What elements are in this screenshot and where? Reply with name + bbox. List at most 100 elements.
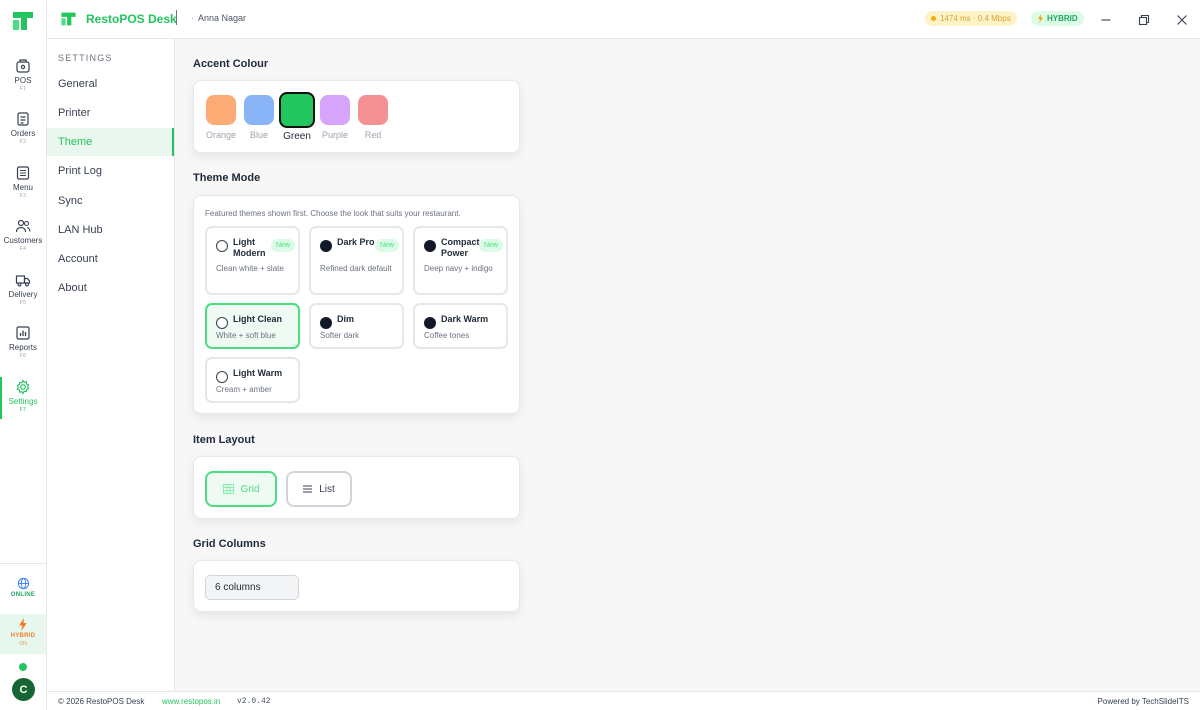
theme-option-dark-warm[interactable]: Dark Warm Coffee tones: [413, 303, 508, 349]
swatch-label: Orange: [205, 130, 237, 140]
rail-label: POS: [14, 76, 32, 85]
layout-grid-label: Grid: [240, 483, 260, 495]
theme-option-dark-pro[interactable]: Dark Pro New Refined dark default: [309, 226, 404, 295]
accent-swatch-blue[interactable]: [244, 95, 274, 125]
theme-name: Dark Warm: [441, 314, 489, 324]
theme-mode-card: Featured themes shown first. Choose the …: [193, 195, 520, 414]
header-divider: [176, 10, 177, 25]
status-footer: © 2026 RestoPOS Desk www.restopos.in v2.…: [47, 691, 1200, 710]
grid-icon: [222, 484, 234, 494]
rail-item-customers[interactable]: Customers F4: [0, 214, 46, 264]
hybrid-label: HYBRID: [10, 633, 36, 639]
orders-icon: [17, 112, 29, 126]
accent-swatch-green[interactable]: [279, 92, 315, 128]
powered-by-text: Powered by TechSlideITS: [1097, 697, 1189, 706]
layout-list-button[interactable]: List: [286, 471, 352, 507]
settings-icon: [16, 379, 30, 395]
rail-label: Settings: [8, 397, 38, 406]
theme-name: Light Clean: [233, 314, 282, 324]
theme-option-light-clean[interactable]: Light Clean White + soft blue: [205, 303, 300, 349]
theme-option-light-warm[interactable]: Light Warm Cream + amber: [205, 357, 300, 403]
connection-dot: [19, 663, 27, 671]
accent-swatch-red[interactable]: [358, 95, 388, 125]
rail-key: F4: [19, 246, 27, 252]
online-status: ONLINE: [0, 577, 46, 598]
website-link[interactable]: www.restopos.in: [162, 697, 220, 706]
settings-item-lan-hub[interactable]: LAN Hub: [47, 216, 174, 244]
app-name: RestoPOS Desk: [86, 12, 177, 26]
accent-swatch-purple[interactable]: [320, 95, 350, 125]
accent-colour-card: Orange Blue Green Purple Red: [193, 80, 520, 153]
delivery-icon: [15, 275, 31, 287]
theme-desc: Softer dark: [320, 331, 360, 340]
rail-item-settings[interactable]: Settings F7: [0, 375, 46, 425]
globe-icon: [17, 577, 29, 590]
branch-label: Anna Nagar: [198, 13, 247, 23]
radio-icon: [216, 240, 228, 252]
rail-label: Delivery: [8, 290, 38, 299]
accent-swatch-orange[interactable]: [206, 95, 236, 125]
settings-item-account[interactable]: Account: [47, 245, 174, 273]
swatch-label: Green: [283, 131, 311, 142]
version-text: v2.0.42: [237, 697, 271, 706]
avatar[interactable]: C: [12, 678, 35, 701]
mode-badge: HYBRID: [1031, 11, 1084, 26]
settings-item-theme[interactable]: Theme: [47, 128, 174, 156]
new-badge: New: [374, 239, 399, 252]
hybrid-toggle[interactable]: HYBRID ON: [0, 614, 46, 654]
rail-key: F7: [19, 407, 27, 413]
theme-desc: White + soft blue: [216, 331, 276, 340]
settings-item-general[interactable]: General: [47, 70, 174, 98]
layout-grid-button[interactable]: Grid: [205, 471, 277, 507]
hybrid-sub-label: ON: [19, 641, 27, 647]
settings-item-printer[interactable]: Printer: [47, 99, 174, 127]
settings-item-about[interactable]: About: [47, 274, 174, 302]
mode-text: HYBRID: [1047, 14, 1078, 23]
dark-swatch-icon: [320, 240, 332, 252]
grid-columns-card: [193, 560, 520, 612]
rail-item-delivery[interactable]: Delivery F5: [0, 268, 46, 318]
swatch-label: Purple: [321, 130, 348, 140]
settings-sidebar: SETTINGS General Printer Theme Print Log…: [47, 39, 175, 691]
grid-columns-select[interactable]: [205, 575, 299, 600]
dark-swatch-icon: [424, 240, 436, 252]
theme-name: Light Warm: [233, 368, 283, 378]
close-icon[interactable]: [1176, 14, 1188, 26]
theme-option-light-modern[interactable]: Light Modern New Clean white + slate: [205, 226, 300, 295]
latency-text: 1474 ms · 0.4 Mbps: [940, 14, 1011, 23]
radio-icon: [216, 371, 228, 383]
settings-item-sync[interactable]: Sync: [47, 187, 174, 215]
theme-option-compact-power[interactable]: Compact Power New Deep navy + indigo: [413, 226, 508, 295]
rail-item-menu[interactable]: Menu F3: [0, 161, 46, 211]
rail-item-reports[interactable]: Reports F6: [0, 321, 46, 371]
new-badge: New: [270, 239, 295, 252]
radio-icon: [216, 317, 228, 329]
network-latency-badge: 1474 ms · 0.4 Mbps: [925, 11, 1017, 26]
menu-icon: [16, 166, 30, 180]
item-layout-title: Item Layout: [193, 434, 255, 446]
nav-rail: POS F1 Orders F2 Menu F3 Customers F4 De…: [0, 0, 47, 710]
grid-columns-title: Grid Columns: [193, 538, 266, 550]
theme-mode-hint: Featured themes shown first. Choose the …: [205, 209, 461, 218]
theme-desc: Coffee tones: [424, 331, 470, 340]
customers-icon: [15, 219, 31, 233]
settings-title: SETTINGS: [58, 53, 113, 63]
title-bar: RestoPOS Desk · Anna Nagar 1474 ms · 0.4 …: [47, 0, 1200, 39]
swatch-label: Red: [364, 130, 382, 140]
theme-settings-panel: Accent Colour Orange Blue Green Purple R…: [176, 39, 1200, 691]
dark-swatch-icon: [424, 317, 436, 329]
bolt-icon: [19, 618, 27, 631]
theme-option-dim[interactable]: Dim Softer dark: [309, 303, 404, 349]
theme-name: Dim: [337, 314, 355, 324]
theme-desc: Cream + amber: [216, 385, 272, 394]
rail-item-pos[interactable]: POS F1: [0, 54, 46, 104]
minimize-icon[interactable]: [1100, 14, 1112, 26]
rail-item-orders[interactable]: Orders F2: [0, 107, 46, 157]
rail-divider: [0, 563, 46, 564]
item-layout-card: Grid List: [193, 456, 520, 519]
dark-swatch-icon: [320, 317, 332, 329]
settings-item-print-log[interactable]: Print Log: [47, 157, 174, 185]
layout-list-label: List: [319, 483, 335, 495]
rail-key: F2: [19, 139, 27, 145]
restore-icon[interactable]: [1138, 14, 1150, 26]
